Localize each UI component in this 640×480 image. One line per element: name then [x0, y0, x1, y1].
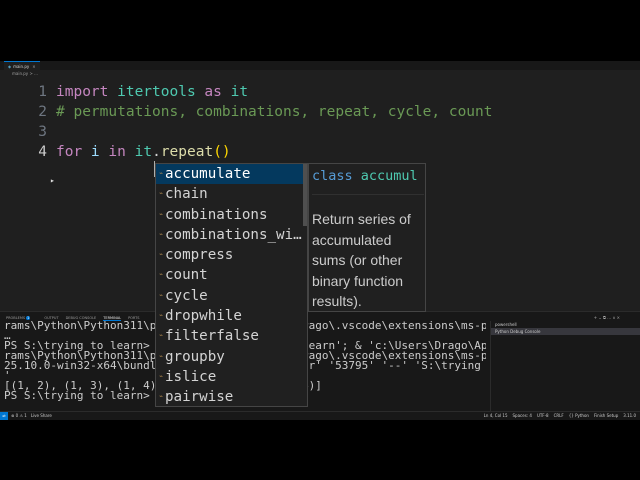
- class-icon: ⌁: [159, 170, 163, 177]
- details-keyword: class: [312, 168, 353, 184]
- code-line[interactable]: import itertools as it: [56, 82, 248, 102]
- code-token: # permutations, combinations, repeat, cy…: [56, 104, 493, 120]
- details-signature: class accumul: [312, 167, 425, 185]
- suggest-item-label: pairwise: [165, 389, 234, 406]
- suggest-item[interactable]: ⌁ pairwise: [156, 387, 307, 406]
- code-token: i: [82, 144, 109, 160]
- suggest-item-label: accumulate: [165, 166, 251, 183]
- class-icon: ⌁: [159, 352, 163, 360]
- suggest-item[interactable]: ⌁ count: [156, 265, 307, 285]
- class-icon: ⌁: [159, 271, 163, 279]
- suggest-item-label: combinations_wi…: [165, 227, 302, 244]
- code-line[interactable]: # permutations, combinations, repeat, cy…: [56, 102, 493, 122]
- status-item[interactable]: CRLF: [554, 413, 564, 418]
- status-item[interactable]: Finish Setup: [594, 413, 618, 418]
- line-number: 2: [38, 104, 47, 120]
- code-token: (): [213, 144, 231, 160]
- code-token: as: [204, 84, 222, 100]
- suggest-item-label: compress: [165, 247, 234, 264]
- suggest-item[interactable]: ⌁ cycle: [156, 286, 307, 306]
- details-documentation: Return series of accumulated sums (or ot…: [312, 211, 411, 309]
- suggest-item[interactable]: ⌁ combinations_wi…: [156, 225, 307, 245]
- suggest-item-label: groupby: [165, 348, 225, 365]
- class-icon: ⌁: [159, 251, 163, 259]
- status-left: ⊗ 0 ⚠ 1 Live Share: [11, 412, 56, 420]
- suggest-item[interactable]: ⌁ compress: [156, 245, 307, 265]
- code-token: import: [56, 84, 109, 100]
- class-icon: ⌁: [159, 312, 163, 320]
- panel-actions[interactable]: + ⌄ ⧉ … ∧ ×: [594, 315, 620, 320]
- class-icon: ⌁: [159, 332, 163, 340]
- status-bar: ⇌ ⊗ 0 ⚠ 1 Live Share Ln 4, Col 15 Spaces: …: [0, 411, 640, 420]
- class-icon: ⌁: [159, 190, 163, 198]
- panel-tab-ports[interactable]: PORTS: [128, 316, 139, 320]
- status-right: Ln 4, Col 15 Spaces: 4 UTF-8 CRLF {} Python F…: [479, 412, 636, 420]
- panel-tab-problems[interactable]: PROBLEMS 1: [6, 316, 37, 320]
- python-file-icon: ◆: [8, 64, 12, 69]
- code-token: it: [221, 84, 249, 100]
- panel-tab-label: TERMINAL: [103, 316, 122, 320]
- suggest-item-label: filterfalse: [165, 328, 259, 345]
- suggest-item-label: combinations: [165, 206, 268, 223]
- suggest-item[interactable]: ⌁ chain: [156, 184, 307, 204]
- line-number: 1: [38, 84, 47, 100]
- terminal-list: powershell Python Debug Console: [490, 321, 640, 412]
- suggest-scrollbar[interactable]: [303, 164, 307, 226]
- panel-tab-label: PORTS: [128, 316, 140, 320]
- code-line[interactable]: for i in it.repeat(): [56, 142, 231, 162]
- suggest-details-panel: class accumul Return series of accumulat…: [308, 163, 426, 312]
- panel-tab-label: OUTPUT: [44, 316, 59, 320]
- terminal-list-item[interactable]: Python Debug Console: [491, 328, 640, 335]
- suggest-item-label: islice: [165, 369, 217, 386]
- class-icon: ⌁: [159, 372, 163, 380]
- code-token: .: [152, 144, 161, 160]
- code-token: in: [108, 144, 126, 160]
- problems-count-badge: 1: [26, 316, 31, 320]
- status-item[interactable]: Ln 4, Col 15: [484, 413, 508, 418]
- autocomplete-suggest-widget: ⌁ accumulate ⌁ chain ⌁ combinations ⌁ combinati…: [155, 163, 308, 407]
- panel-tab-label: DEBUG CONSOLE: [65, 316, 97, 320]
- panel-tab-output[interactable]: OUTPUT: [44, 316, 58, 320]
- suggest-item-label: chain: [165, 186, 208, 203]
- terminal-list-item[interactable]: powershell: [491, 321, 640, 328]
- line-number: 3: [38, 124, 47, 140]
- suggest-item[interactable]: ⌁ filterfalse: [156, 326, 307, 346]
- details-divider: [312, 194, 424, 195]
- code-token: itertools: [108, 84, 205, 100]
- suggest-item[interactable]: ⌁ accumulate: [156, 164, 307, 185]
- class-icon: ⌁: [159, 210, 163, 218]
- tab-bar: ◆ main.py ×: [0, 61, 640, 70]
- status-item[interactable]: 3.11.0: [623, 413, 636, 418]
- suggest-item[interactable]: ⌁ combinations: [156, 205, 307, 225]
- status-item[interactable]: Live Share: [31, 413, 52, 418]
- panel-tab-debug-console[interactable]: DEBUG CONSOLE: [66, 316, 97, 320]
- suggest-item[interactable]: ⌁ islice: [156, 367, 307, 387]
- bottom-panel: PROBLEMS 1 OUTPUT DEBUG CONSOLE TERMINAL PORT…: [0, 311, 640, 412]
- code-token: for: [56, 144, 83, 160]
- status-item[interactable]: {} Python: [569, 413, 589, 418]
- status-item[interactable]: ⊗ 0 ⚠ 1: [11, 413, 27, 418]
- remote-icon[interactable]: ⇌: [0, 412, 8, 420]
- suggest-item-label: dropwhile: [165, 308, 242, 325]
- status-item[interactable]: Spaces: 4: [513, 413, 532, 418]
- line-number: 4: [38, 144, 47, 160]
- close-icon[interactable]: ×: [32, 64, 35, 69]
- suggest-item[interactable]: ⌁ groupby: [156, 347, 307, 367]
- class-icon: ⌁: [159, 291, 163, 299]
- mouse-pointer-icon: ▸: [50, 176, 55, 185]
- editor-tab-main-py[interactable]: ◆ main.py ×: [4, 61, 40, 70]
- code-token: repeat: [160, 144, 214, 160]
- suggest-item[interactable]: ⌁ dropwhile: [156, 306, 307, 326]
- details-name: accumul: [360, 168, 418, 184]
- class-icon: ⌁: [159, 393, 163, 401]
- suggest-item-label: cycle: [165, 287, 208, 304]
- suggest-item-label: count: [165, 267, 208, 284]
- panel-tab-label: PROBLEMS: [6, 316, 26, 320]
- breadcrumb[interactable]: main.py > ...: [12, 71, 38, 77]
- status-item[interactable]: UTF-8: [537, 413, 549, 418]
- tab-label: main.py: [13, 64, 30, 69]
- class-icon: ⌁: [159, 230, 163, 238]
- code-token: it: [125, 144, 153, 160]
